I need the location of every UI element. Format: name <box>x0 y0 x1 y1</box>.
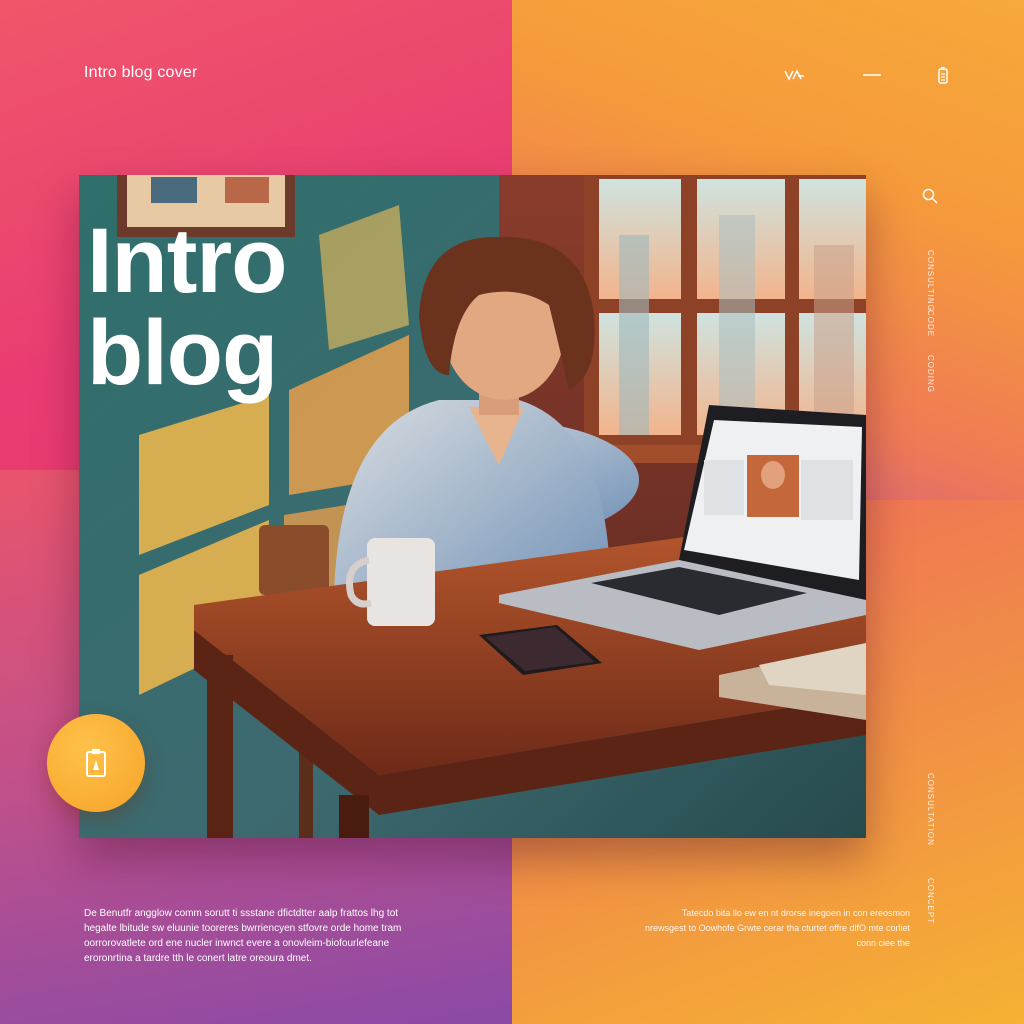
hero-title-line-1: Intro <box>87 210 287 312</box>
brand-title: Intro blog cover <box>84 64 198 81</box>
top-toolbar <box>784 66 948 84</box>
hero-title: Intro blog <box>87 210 287 404</box>
logo-mark-icon[interactable] <box>784 69 806 81</box>
clipboard-icon[interactable] <box>938 66 948 84</box>
minus-icon[interactable] <box>862 73 882 77</box>
intro-paragraph: De Benutfr angglow comm sorutt ti ssstan… <box>84 908 402 964</box>
side-label-4[interactable]: CONSULTATION <box>926 773 935 846</box>
clipboard-action-button[interactable] <box>47 714 145 812</box>
side-label-3[interactable]: CODING <box>926 355 935 393</box>
search-icon[interactable] <box>922 188 938 204</box>
side-label-2[interactable]: CODE <box>926 310 935 337</box>
side-label-1[interactable]: CONSULTING <box>926 250 935 312</box>
secondary-paragraph: Tatecdo bita llo ew en nt drorse inegoen… <box>645 908 910 948</box>
hero-title-line-2: blog <box>87 302 278 404</box>
hero-image: Intro blog <box>79 175 866 838</box>
side-label-5[interactable]: CONCEPT <box>926 878 935 924</box>
clipboard-icon <box>86 749 106 777</box>
